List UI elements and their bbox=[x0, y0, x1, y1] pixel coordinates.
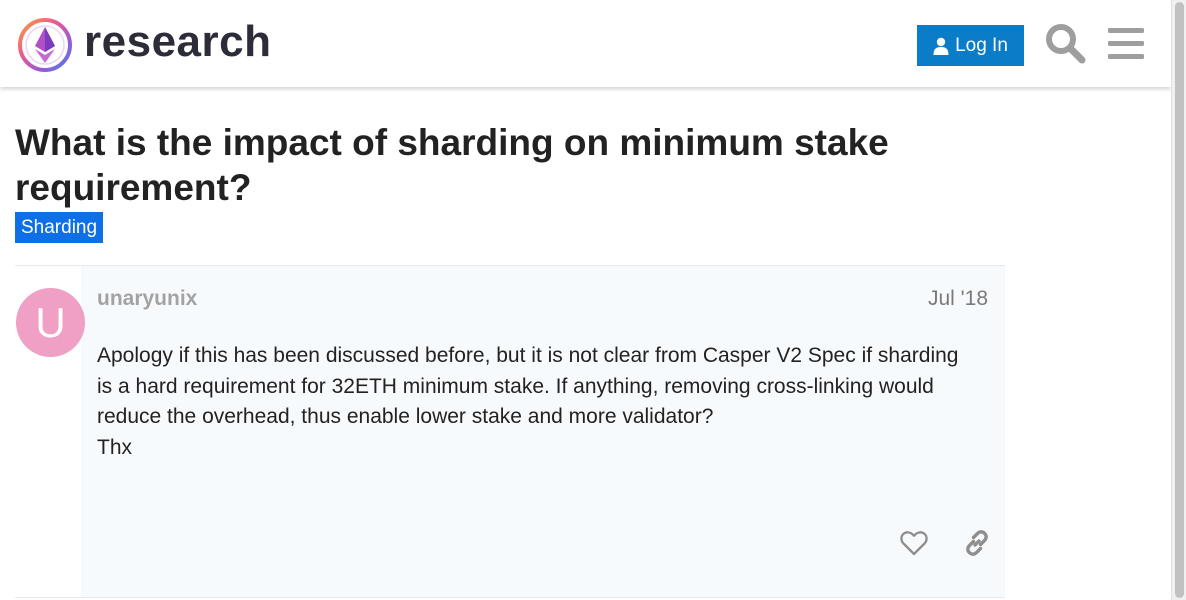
login-button-label: Log In bbox=[955, 34, 1008, 56]
user-icon bbox=[933, 37, 949, 55]
ethereum-research-logo-icon[interactable] bbox=[16, 16, 74, 74]
heart-icon[interactable] bbox=[899, 528, 929, 558]
post-paragraph: Apology if this has been discussed befor… bbox=[97, 344, 959, 428]
post-content: Apology if this has been discussed befor… bbox=[97, 341, 977, 463]
post-date[interactable]: Jul '18 bbox=[900, 286, 988, 312]
page-scrollbar[interactable] bbox=[1171, 0, 1186, 600]
hamburger-menu-icon[interactable] bbox=[1106, 24, 1146, 64]
search-icon[interactable] bbox=[1044, 22, 1086, 64]
post-username[interactable]: unaryunix bbox=[97, 286, 197, 312]
site-brand-title[interactable]: research bbox=[84, 16, 271, 68]
scrollbar-thumb[interactable] bbox=[1175, 2, 1184, 598]
login-button[interactable]: Log In bbox=[917, 25, 1024, 66]
category-badge[interactable]: Sharding bbox=[15, 212, 104, 243]
site-header: research Log In bbox=[0, 0, 1171, 87]
post-divider bbox=[15, 597, 1005, 598]
post-paragraph: Thx bbox=[97, 435, 133, 459]
link-icon[interactable] bbox=[962, 528, 992, 558]
avatar[interactable]: U bbox=[16, 288, 85, 357]
topic-title[interactable]: What is the impact of sharding on minimu… bbox=[15, 120, 975, 210]
